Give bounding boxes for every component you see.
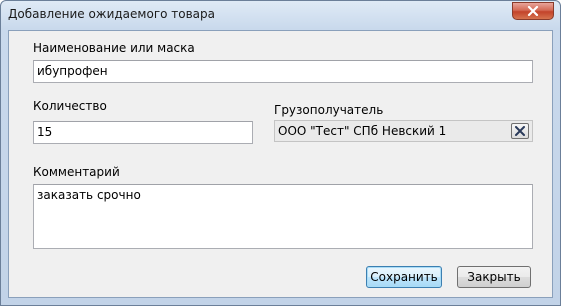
consignee-field[interactable]: ООО "Тест" СПб Невский 1 xyxy=(274,120,533,142)
close-icon xyxy=(527,6,539,16)
consignee-label: Грузополучатель xyxy=(274,103,384,117)
window-close-button[interactable] xyxy=(512,2,554,20)
save-button[interactable]: Сохранить xyxy=(366,266,442,288)
dialog-body: Наименование или маска ибупрофен Количес… xyxy=(8,30,553,298)
quantity-input[interactable]: 15 xyxy=(33,121,253,144)
comment-label: Комментарий xyxy=(33,165,120,179)
window-title: Добавление ожидаемого товара xyxy=(8,7,216,21)
title-bar[interactable]: Добавление ожидаемого товара xyxy=(1,1,560,31)
dialog-window: Добавление ожидаемого товара Наименовани… xyxy=(0,0,561,306)
clear-x-icon xyxy=(515,126,525,136)
consignee-clear-button[interactable] xyxy=(511,123,529,139)
quantity-label: Количество xyxy=(33,99,107,113)
close-button[interactable]: Закрыть xyxy=(457,266,531,288)
comment-textarea[interactable]: заказать срочно xyxy=(33,184,533,249)
name-input[interactable]: ибупрофен xyxy=(33,60,533,83)
name-label: Наименование или маска xyxy=(33,41,195,55)
